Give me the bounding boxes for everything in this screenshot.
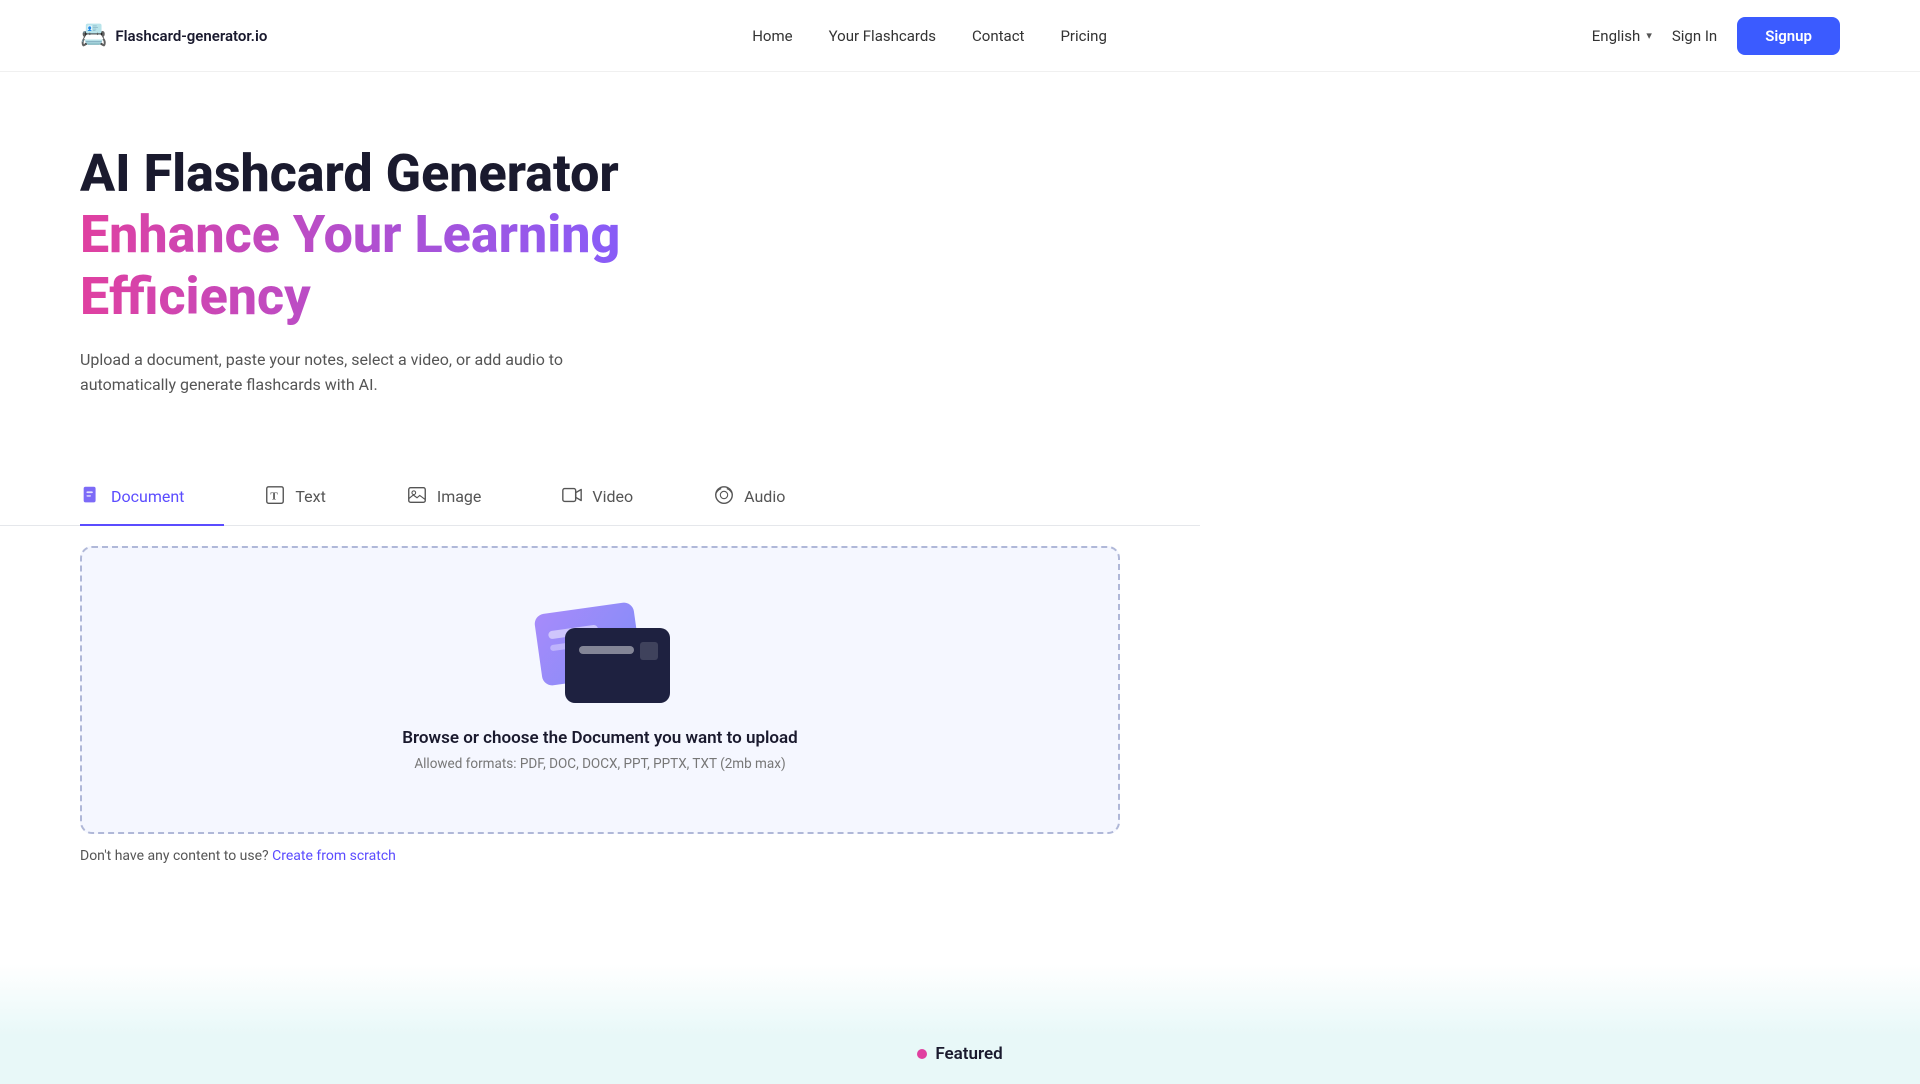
logo-icon: 📇: [80, 23, 107, 48]
tab-text-label: Text: [295, 487, 325, 506]
language-selector[interactable]: English ▾: [1592, 27, 1652, 45]
navbar-right: English ▾ Sign In Signup: [1592, 17, 1840, 55]
tabs: Document T Text Image: [80, 470, 1120, 525]
text-icon: T: [264, 484, 286, 510]
upload-section: Browse or choose the Document you want t…: [0, 546, 1200, 834]
language-label: English: [1592, 27, 1641, 45]
scratch-text: Don't have any content to use?: [80, 848, 269, 864]
tab-document[interactable]: Document: [80, 470, 224, 526]
logo-text: Flashcard-generator.io: [115, 27, 267, 45]
tab-image-label: Image: [437, 487, 482, 506]
image-icon: [406, 484, 428, 510]
audio-icon: [713, 484, 735, 510]
tab-audio-label: Audio: [744, 487, 785, 506]
hero-title: AI Flashcard Generator: [80, 144, 1120, 204]
nav-contact[interactable]: Contact: [972, 27, 1024, 45]
upload-illustration: [530, 608, 670, 708]
create-from-scratch-link[interactable]: Create from scratch: [272, 848, 396, 864]
hero-subtitle-gradient: Enhance Your Learning Efficiency: [80, 204, 1120, 329]
featured-dot-icon: [917, 1049, 927, 1059]
nav-links: Home Your Flashcards Contact Pricing: [752, 27, 1107, 45]
tab-video-label: Video: [592, 487, 633, 506]
tab-text[interactable]: T Text: [264, 470, 365, 526]
upload-subtitle: Allowed formats: PDF, DOC, DOCX, PPT, PP…: [414, 756, 785, 772]
featured-text: Featured: [935, 1044, 1002, 1064]
signup-button[interactable]: Signup: [1737, 17, 1840, 55]
hero-section: AI Flashcard Generator Enhance Your Lear…: [0, 72, 1200, 438]
signin-button[interactable]: Sign In: [1672, 27, 1717, 45]
video-icon: [561, 484, 583, 510]
document-icon: [80, 484, 102, 510]
tab-video[interactable]: Video: [561, 470, 673, 526]
nav-home[interactable]: Home: [752, 27, 792, 45]
chevron-down-icon: ▾: [1646, 29, 1652, 42]
featured-section: Featured: [0, 964, 1920, 1084]
featured-label: Featured: [917, 1044, 1002, 1064]
navbar: 📇 Flashcard-generator.io Home Your Flash…: [0, 0, 1920, 72]
upload-dropzone[interactable]: Browse or choose the Document you want t…: [80, 546, 1120, 834]
nav-your-flashcards[interactable]: Your Flashcards: [829, 27, 936, 45]
tab-image[interactable]: Image: [406, 470, 522, 526]
upload-title: Browse or choose the Document you want t…: [402, 728, 798, 748]
tab-document-label: Document: [111, 487, 184, 506]
hero-description: Upload a document, paste your notes, sel…: [80, 347, 620, 398]
svg-text:T: T: [271, 490, 279, 502]
card-front-illustration: [565, 628, 670, 703]
tabs-container: Document T Text Image: [0, 470, 1200, 526]
logo[interactable]: 📇 Flashcard-generator.io: [80, 23, 267, 48]
nav-pricing[interactable]: Pricing: [1060, 27, 1106, 45]
tab-audio[interactable]: Audio: [713, 470, 825, 526]
scratch-link-row: Don't have any content to use? Create fr…: [0, 834, 1920, 864]
